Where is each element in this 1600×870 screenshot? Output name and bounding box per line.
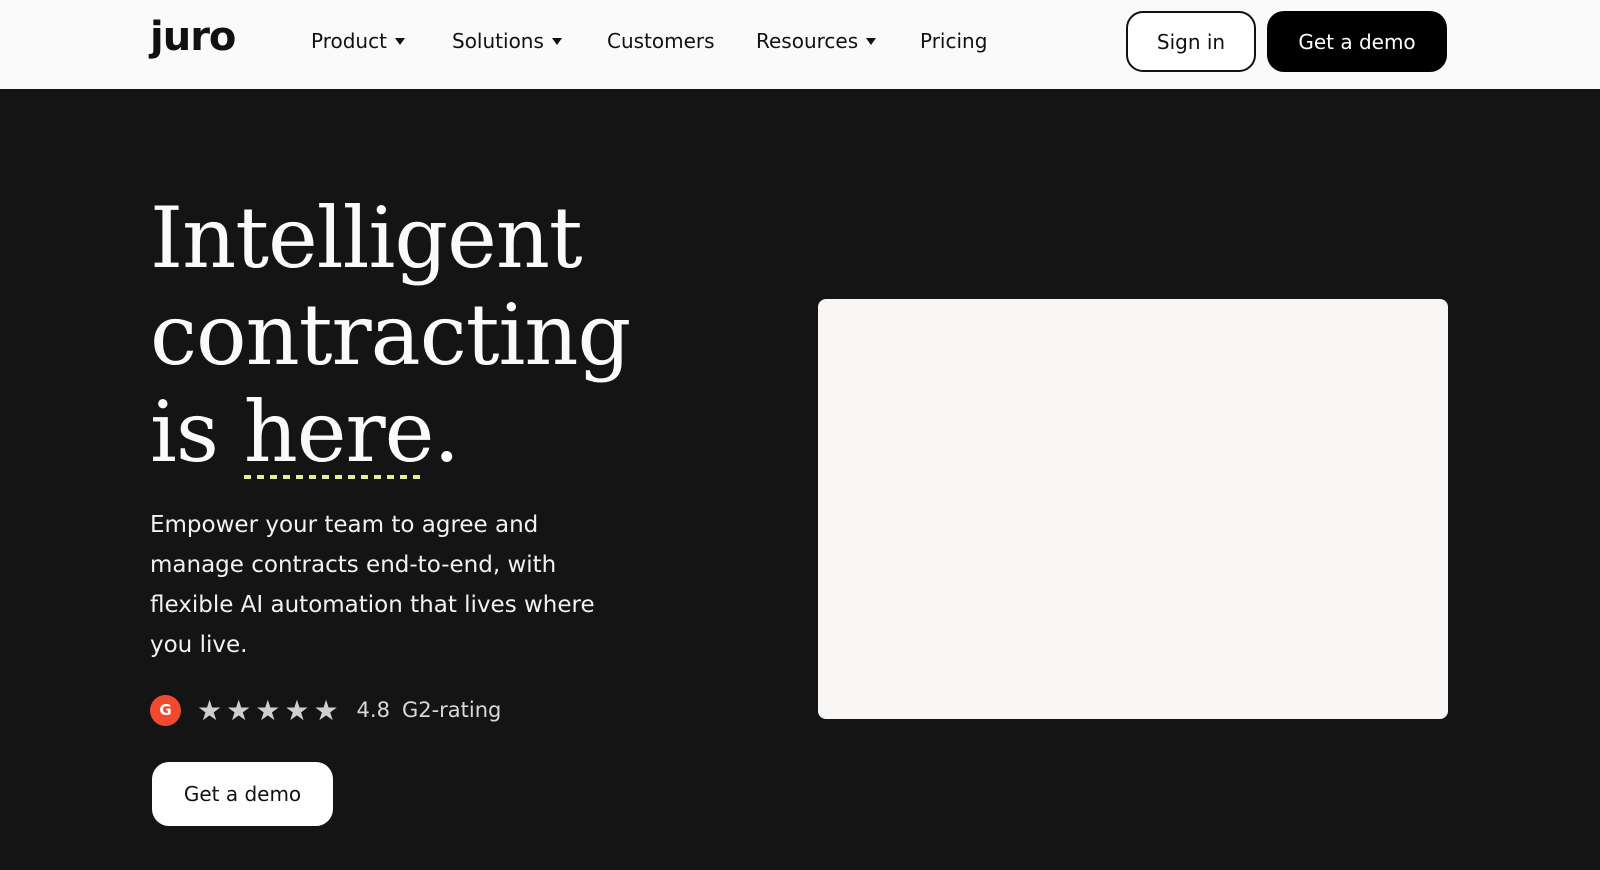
hero-title-line: contracting xyxy=(150,286,631,384)
hero-title-prefix: is xyxy=(150,383,244,481)
caret-down-icon xyxy=(866,37,877,45)
hero-subtitle: Empower your team to agree and manage co… xyxy=(150,512,595,658)
hero-media-panel xyxy=(818,299,1448,719)
juro-logo[interactable]: juro xyxy=(150,14,236,60)
get-demo-nav-button[interactable]: Get a demo xyxy=(1267,11,1447,72)
caret-down-icon xyxy=(394,37,405,45)
rating-value: 4.8 xyxy=(356,698,390,722)
star-icon: ★ xyxy=(313,693,339,727)
hero-title-line: Intelligent xyxy=(150,189,583,287)
nav-item-label: Product xyxy=(311,29,387,53)
get-demo-hero-button[interactable]: Get a demo xyxy=(152,762,333,826)
nav-item-label: Customers xyxy=(607,29,715,53)
g2-rating: G ★ ★ ★ ★ ★ 4.8 G2-rating xyxy=(150,693,501,727)
star-icon: ★ xyxy=(284,693,310,727)
rating-label: G2-rating xyxy=(401,698,502,722)
star-icon: ★ xyxy=(197,693,223,727)
nav-item-resources[interactable]: Resources xyxy=(756,29,877,53)
hero-title-line: is here. xyxy=(150,384,630,481)
hero-title: Intelligent contracting is here. xyxy=(150,189,631,481)
nav-item-customers[interactable]: Customers xyxy=(607,29,715,53)
g2-logo-icon: G xyxy=(150,694,181,726)
nav-item-label: Resources xyxy=(756,29,859,53)
nav-item-label: Pricing xyxy=(920,29,988,53)
sign-in-button[interactable]: Sign in xyxy=(1126,11,1256,72)
star-icon: ★ xyxy=(255,693,281,727)
nav-item-solutions[interactable]: Solutions xyxy=(452,29,562,53)
top-navigation: juro Product Solutions Customers Resourc… xyxy=(0,0,1600,89)
star-icon: ★ xyxy=(226,693,252,727)
hero-title-suffix: . xyxy=(433,383,460,481)
nav-item-label: Solutions xyxy=(452,29,544,53)
caret-down-icon xyxy=(551,37,562,45)
rating-stars: ★ ★ ★ ★ ★ xyxy=(197,694,339,727)
nav-item-product[interactable]: Product xyxy=(311,29,405,53)
nav-item-pricing[interactable]: Pricing xyxy=(920,29,987,53)
hero-title-highlight: here xyxy=(243,383,434,481)
